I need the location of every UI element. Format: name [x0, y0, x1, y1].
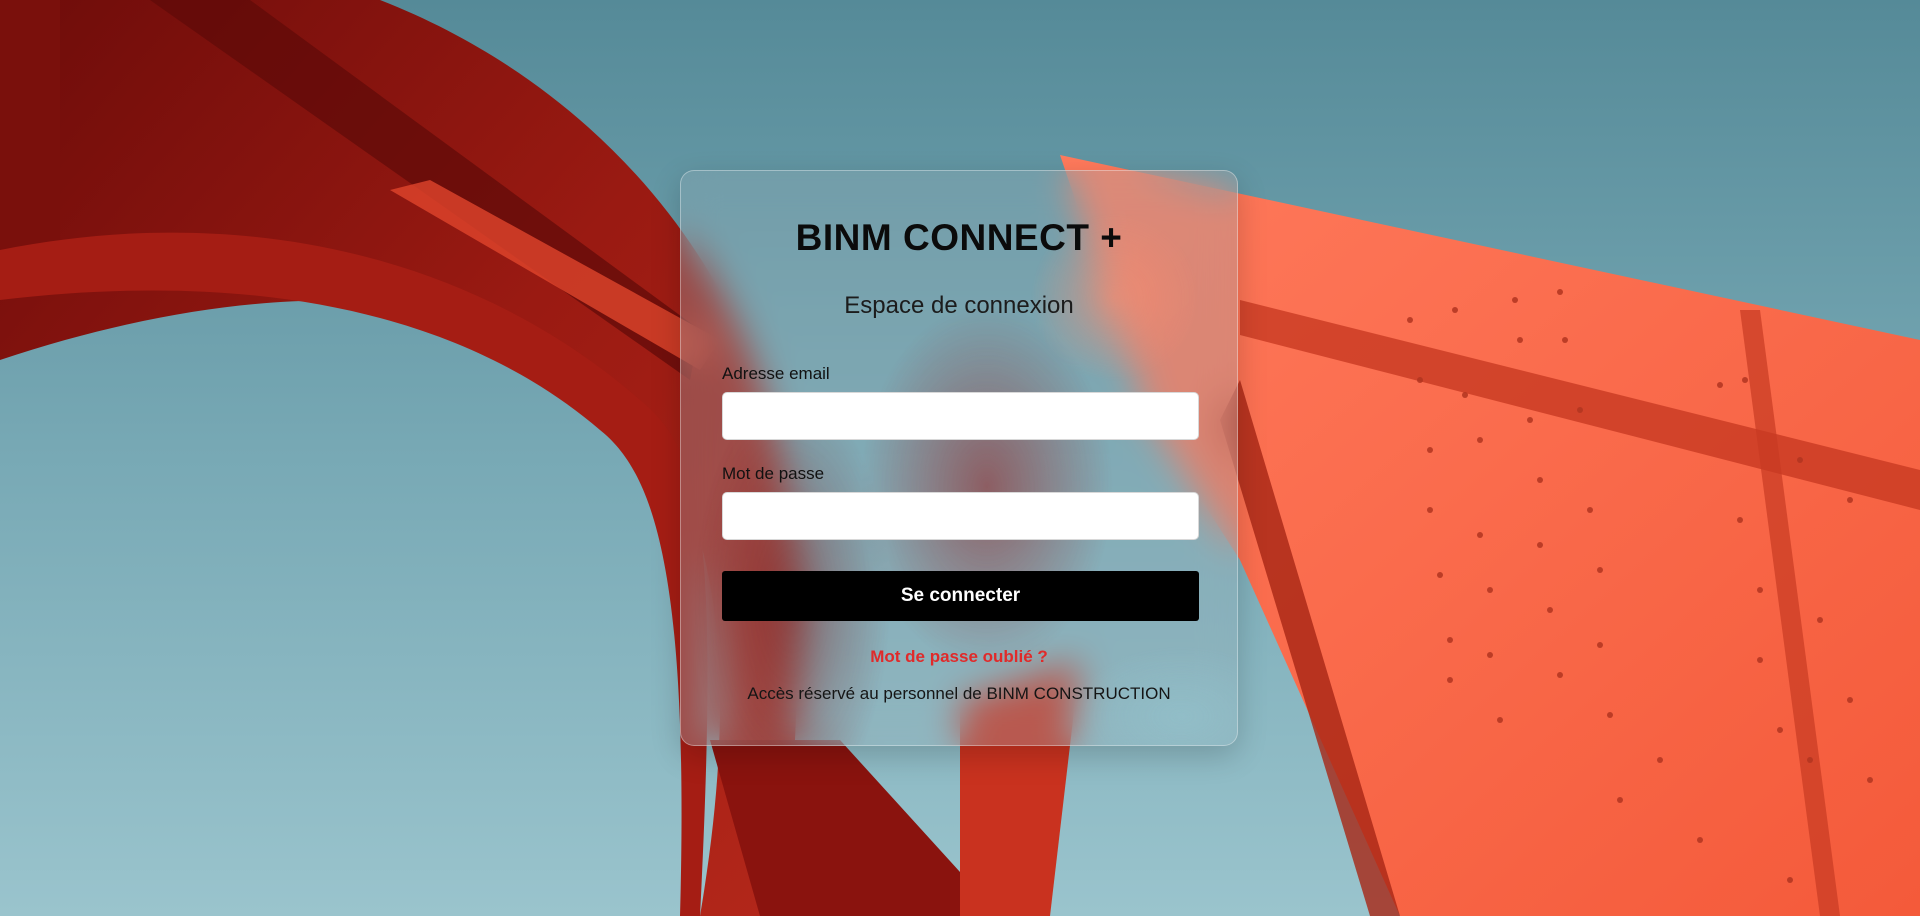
login-card: BINM CONNECT + Espace de connexion Adres… [680, 170, 1238, 746]
app-title: BINM CONNECT + [795, 217, 1123, 258]
page-subtitle: Espace de connexion [844, 292, 1074, 319]
login-button[interactable]: Se connecter [722, 571, 1199, 621]
password-input[interactable] [722, 492, 1199, 540]
email-label: Adresse email [722, 364, 830, 383]
forgot-password-link[interactable]: Mot de passe oublié ? [681, 647, 1237, 667]
access-notice: Accès réservé au personnel de BINM CONST… [747, 684, 1171, 703]
email-input[interactable] [722, 392, 1199, 440]
password-label: Mot de passe [722, 464, 825, 483]
